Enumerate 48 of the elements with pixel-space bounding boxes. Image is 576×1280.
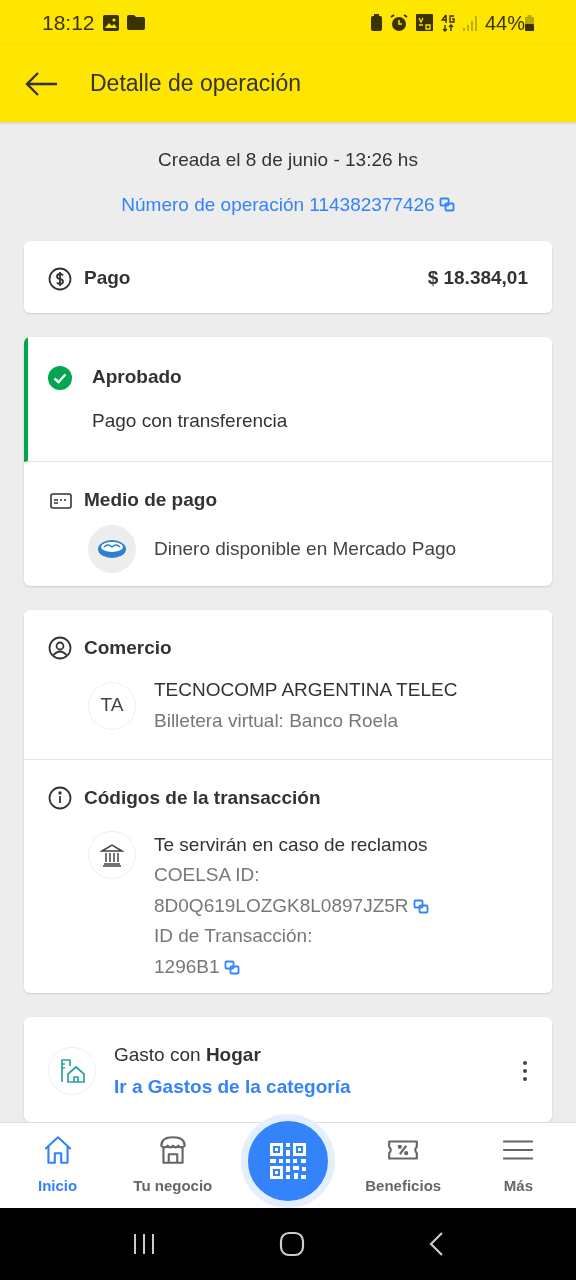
battery-percent: 44% <box>484 10 525 36</box>
more-options-icon[interactable] <box>522 1060 528 1083</box>
category-text: Gasto con Hogar <box>114 1042 262 1067</box>
home-button-icon[interactable] <box>279 1231 305 1257</box>
card-icon <box>50 492 72 509</box>
merchant-detail: Billetera virtual: Banco Roela <box>154 708 399 733</box>
code-label: COELSA ID: <box>154 863 261 888</box>
folder-icon <box>126 15 145 30</box>
nav-tab[interactable]: Beneficios <box>345 1123 461 1208</box>
user-circle-icon <box>48 635 72 660</box>
signal-icon <box>462 14 477 31</box>
merchant-title: Comercio <box>84 635 172 660</box>
codes-title: Códigos de la transacción <box>84 786 321 811</box>
dollar-icon <box>48 266 72 291</box>
battery-icon <box>525 14 534 31</box>
page-title: Detalle de operación <box>90 69 301 99</box>
payment-method-value: Dinero disponible en Mercado Pago <box>154 536 457 561</box>
check-circle-icon <box>48 365 72 390</box>
code-value: 1296B1 <box>154 952 429 982</box>
payment-label: Pago <box>84 266 132 291</box>
image-icon <box>102 14 119 31</box>
status-title: Aprobado <box>92 365 182 390</box>
copy-icon[interactable] <box>438 197 455 214</box>
status-subtitle: Pago con transferencia <box>92 408 289 433</box>
payment-method-title: Medio de pago <box>84 488 217 513</box>
back-arrow-icon[interactable] <box>24 70 58 97</box>
code-value: 8D0Q619LOZGK8L0897JZ5R <box>154 891 429 921</box>
copy-icon[interactable] <box>412 898 429 915</box>
info-icon <box>48 786 72 811</box>
codes-note: Te servirán en caso de reclamos <box>154 832 429 857</box>
copy-icon[interactable] <box>223 959 240 976</box>
status-time: 18:12 <box>42 9 95 36</box>
back-icon[interactable] <box>428 1231 445 1257</box>
battery-saver-icon <box>370 14 382 31</box>
volte-icon <box>415 14 433 31</box>
code-label: ID de Transacción: <box>154 924 314 949</box>
network-4g-icon <box>440 13 455 32</box>
payment-amount: $ 18.384,01 <box>427 266 528 291</box>
recent-apps-icon[interactable] <box>131 1232 156 1256</box>
qr-code-icon <box>268 1140 308 1181</box>
creation-date: Creada el 8 de junio - 13:26 hs <box>158 148 418 172</box>
nav-tab[interactable]: Más <box>460 1123 576 1208</box>
operation-number-link[interactable]: Número de operación 114382377426 <box>121 190 455 219</box>
category-link[interactable]: Ir a Gastos de la categoría <box>114 1073 504 1102</box>
nav-tab[interactable]: Inicio <box>0 1123 116 1208</box>
nav-tab[interactable]: Tu negocio <box>115 1123 231 1208</box>
alarm-icon <box>389 13 408 32</box>
merchant-name: TECNOCOMP ARGENTINA TELEC <box>154 678 458 703</box>
